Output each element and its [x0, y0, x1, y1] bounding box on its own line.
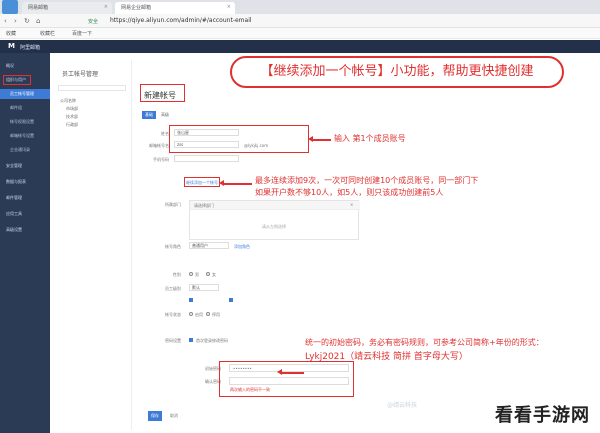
- org-tree-panel: 员工帐号管理 公司名称 市场部 技术部 行政部: [52, 60, 132, 430]
- status-disabled-radio[interactable]: [206, 312, 210, 316]
- tree-item[interactable]: 市场部: [66, 106, 78, 112]
- arrow: [222, 183, 252, 185]
- pwd-label: 初始密码: [205, 366, 221, 371]
- home-icon[interactable]: ⌂: [36, 17, 40, 25]
- app-header: M 阿里邮箱: [0, 40, 600, 53]
- status-enabled-radio[interactable]: [189, 312, 193, 316]
- sidebar-item-tools[interactable]: 应用工具: [0, 209, 50, 219]
- headline-annotation: 【继续添加一个帐号】小功能，帮助更快捷创建: [230, 56, 564, 88]
- add-role-link[interactable]: 添加角色: [234, 244, 250, 250]
- browser-logo-icon: [2, 0, 18, 14]
- arrowhead: [219, 180, 224, 186]
- app-name: 阿里邮箱: [20, 45, 41, 51]
- close-icon[interactable]: ×: [227, 4, 231, 10]
- pwd-rule-checkbox[interactable]: [189, 338, 193, 342]
- sidebar-item-advanced[interactable]: 高级设置: [0, 225, 50, 235]
- sidebar-item-permissions[interactable]: 帐号权限设置: [0, 117, 50, 127]
- annotation-first-account: 输入 第1个成员账号: [334, 134, 406, 143]
- dept-selector-header: 请选择部门 ×: [190, 201, 360, 210]
- option-checkbox[interactable]: [189, 298, 193, 302]
- panel-title: 员工帐号管理: [62, 71, 99, 78]
- back-icon[interactable]: ‹: [4, 17, 7, 25]
- reload-icon[interactable]: ↻: [24, 17, 30, 25]
- arrowhead: [308, 136, 313, 142]
- highlight-box: [140, 84, 185, 102]
- address-bar: ‹ › ↻ ⌂ 安全 https://qiye.aliyun.com/admin…: [0, 14, 600, 28]
- sidebar-item-reports[interactable]: 数据与报表: [0, 177, 50, 187]
- sidebar-item-security[interactable]: 安全管理: [0, 161, 50, 171]
- app-logo: M: [8, 42, 15, 50]
- sidebar-item-mail-groups[interactable]: 邮件组: [0, 103, 50, 113]
- status-disabled-label: 停用: [212, 312, 220, 317]
- gender-label: 性别: [173, 272, 181, 277]
- email-label: 邮箱帐号名: [149, 143, 169, 148]
- gender-male-label: 男: [195, 272, 199, 277]
- annotation-password-line2: Lykj2021（靖云科技 简拼 首字母大写）: [305, 352, 468, 362]
- annotation-add-more-line1: 最多连续添加9次，一次可同时创建10个成员账号，同一部门下: [255, 176, 479, 185]
- tree-item[interactable]: 技术部: [66, 114, 78, 120]
- sidebar: 概况 组织与用户 员工帐号管理 邮件组 帐号权限设置 邮箱帐号设置 企业通讯录 …: [0, 53, 50, 433]
- forward-icon[interactable]: ›: [14, 17, 17, 25]
- tree-search-input[interactable]: [58, 85, 126, 91]
- arrow: [311, 139, 331, 141]
- arrowhead: [277, 369, 282, 375]
- browser-tab-bar: 网易邮箱 × 网易企业邮箱 ×: [0, 0, 600, 14]
- highlight-box: [3, 75, 31, 85]
- phone-input[interactable]: [174, 155, 239, 162]
- status-label: 帐号状态: [165, 312, 181, 317]
- close-icon[interactable]: ×: [104, 4, 108, 10]
- bookmark-item[interactable]: 收藏: [6, 30, 16, 37]
- level-label: 员工级别: [165, 286, 181, 291]
- browser-tab-label: 网易邮箱: [28, 5, 49, 11]
- option-checkbox[interactable]: [229, 298, 233, 302]
- dept-hint: 请从左侧选择: [262, 224, 286, 229]
- gender-male-radio[interactable]: [189, 272, 193, 276]
- level-select[interactable]: 默认: [189, 284, 219, 291]
- bookmark-item[interactable]: 百度一下: [72, 30, 92, 37]
- tab-basic[interactable]: 基础: [142, 111, 156, 119]
- browser-tab-1[interactable]: 网易邮箱 ×: [22, 2, 112, 14]
- phone-label: 手机号码: [153, 157, 169, 162]
- secure-badge: 安全: [88, 19, 99, 25]
- status-enabled-label: 启用: [195, 312, 203, 317]
- tree-item[interactable]: 公司名称: [60, 98, 76, 104]
- highlight-box: [169, 125, 309, 153]
- annotation-password-line1: 统一的初始密码，务必有密码规则，可参考公司简称+年份的形式：: [305, 338, 544, 347]
- watermark-secondary: @靖云科技: [387, 402, 418, 409]
- annotation-add-more-line2: 如果开户数不够10人，如5人，则只该成功创建前5人: [255, 188, 444, 197]
- pwd-rule-label: 密码设置: [165, 338, 181, 343]
- close-icon[interactable]: ×: [350, 202, 353, 207]
- sidebar-item-account-settings[interactable]: 邮箱帐号设置: [0, 131, 50, 141]
- url-input[interactable]: https://qiye.aliyun.com/admin/#/account-…: [110, 17, 252, 24]
- highlight-box: [219, 361, 354, 397]
- browser-tab-label: 网易企业邮箱: [121, 5, 152, 11]
- pwd-rule-value: 首次登录修改密码: [196, 338, 228, 343]
- name-label: 姓名: [161, 131, 169, 136]
- tab-advanced[interactable]: 高级: [158, 111, 172, 119]
- dept-selector[interactable]: 请选择部门 × 请从左侧选择: [189, 200, 360, 240]
- main-form: 新建帐号 基础 高级 姓名 张山星 邮箱帐号名 zss @lykjkj.com …: [134, 60, 600, 433]
- browser-tab-2[interactable]: 网易企业邮箱 ×: [115, 2, 235, 14]
- dept-label: 所属部门: [165, 202, 181, 207]
- sidebar-item-overview[interactable]: 概况: [0, 61, 50, 71]
- sidebar-item-mail[interactable]: 邮件管理: [0, 193, 50, 203]
- role-label: 帐号角色: [165, 244, 181, 249]
- gender-female-label: 女: [212, 272, 216, 277]
- bookmarks-bar: 收藏 收藏栏 百度一下: [0, 28, 600, 39]
- tree-item[interactable]: 行政部: [66, 122, 78, 128]
- role-select[interactable]: 普通用户: [189, 242, 229, 249]
- pwd-confirm-label: 确认密码: [205, 379, 221, 384]
- bookmark-item[interactable]: 收藏栏: [40, 30, 55, 37]
- sidebar-item-accounts[interactable]: 员工帐号管理: [0, 89, 50, 99]
- dept-placeholder: 请选择部门: [194, 203, 214, 208]
- sidebar-item-contacts[interactable]: 企业通讯录: [0, 145, 50, 155]
- highlight-box: [184, 177, 220, 187]
- watermark: 看看手游网: [495, 405, 590, 426]
- gender-female-radio[interactable]: [206, 272, 210, 276]
- cancel-button[interactable]: 取消: [167, 411, 181, 421]
- save-button[interactable]: 保存: [148, 411, 162, 421]
- arrow: [280, 372, 304, 374]
